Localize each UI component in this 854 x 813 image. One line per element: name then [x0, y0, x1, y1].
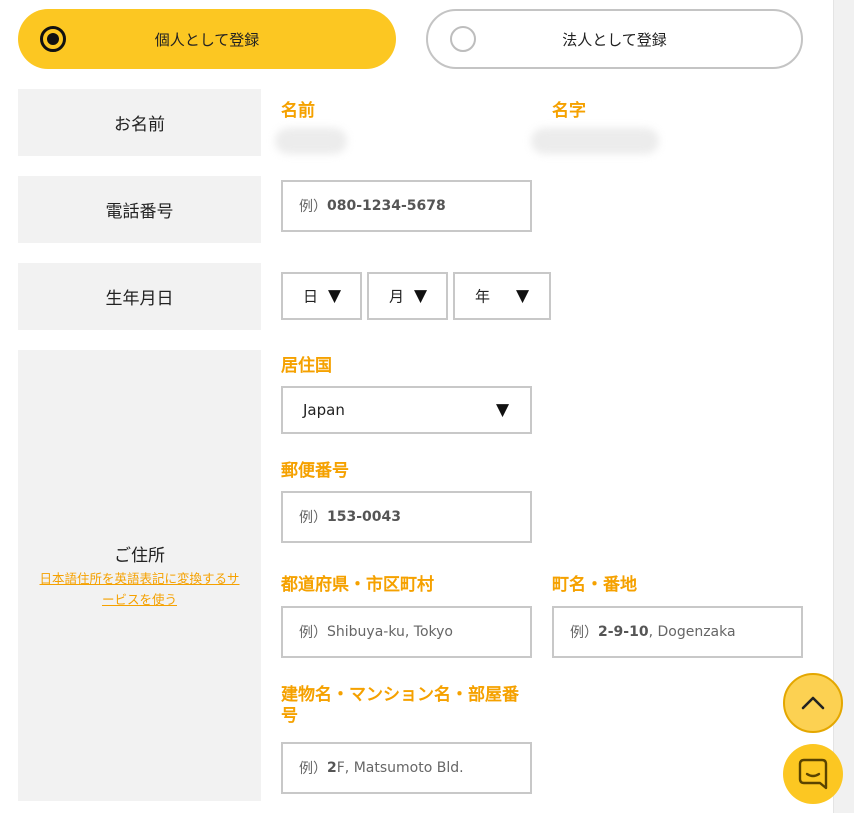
- street-placeholder-rest: , Dogenzaka: [648, 624, 736, 640]
- dropdown-arrow-icon: ▼: [496, 400, 510, 420]
- street-input[interactable]: 例） 2-9-10, Dogenzaka: [552, 606, 803, 658]
- individual-label: 個人として登録: [154, 30, 260, 49]
- building-placeholder-rest: F, Matsumoto Bld.: [336, 760, 464, 776]
- chevron-up-icon: [801, 696, 825, 710]
- month-select-value: 月: [389, 287, 405, 306]
- phone-input[interactable]: 例） 080-1234-5678: [281, 180, 532, 232]
- corporate-radio-button[interactable]: 法人として登録: [426, 9, 803, 69]
- building-input[interactable]: 例） 2 F, Matsumoto Bld.: [281, 742, 532, 794]
- radio-selected-icon: [40, 26, 66, 52]
- day-select-value: 日: [303, 287, 319, 306]
- address-section-label: ご住所 日本語住所を英語表記に変換するサービスを使う: [18, 350, 261, 801]
- city-placeholder-value: Shibuya-ku, Tokyo: [327, 624, 453, 640]
- first-name-label: 名前: [281, 101, 315, 121]
- street-placeholder-prefix: 例）: [570, 625, 598, 641]
- scroll-to-top-button[interactable]: [783, 673, 843, 733]
- building-placeholder-prefix: 例）: [299, 761, 327, 777]
- address-convert-link[interactable]: 日本語住所を英語表記に変換するサービスを使う: [40, 568, 240, 610]
- birthday-section-label: 生年月日: [18, 263, 261, 330]
- day-select[interactable]: 日 ▼: [281, 272, 362, 320]
- postal-code-input[interactable]: 例） 153-0043: [281, 491, 532, 543]
- dropdown-arrow-icon: ▼: [328, 286, 342, 306]
- country-label: 居住国: [281, 356, 332, 376]
- city-input[interactable]: 例） Shibuya-ku, Tokyo: [281, 606, 532, 658]
- postal-placeholder-prefix: 例）: [299, 510, 327, 526]
- last-name-label: 名字: [552, 101, 586, 121]
- city-placeholder-prefix: 例）: [299, 625, 327, 641]
- postal-placeholder-value: 153-0043: [327, 509, 401, 525]
- dropdown-arrow-icon: ▼: [414, 286, 428, 306]
- individual-radio-button[interactable]: 個人として登録: [18, 9, 396, 69]
- year-select[interactable]: 年 ▼: [453, 272, 551, 320]
- month-select[interactable]: 月 ▼: [367, 272, 448, 320]
- chat-icon: [798, 758, 828, 790]
- address-label-text: ご住所: [114, 546, 165, 566]
- country-select[interactable]: Japan ▼: [281, 386, 532, 434]
- last-name-value-blurred[interactable]: [531, 128, 659, 154]
- street-label: 町名・番地: [552, 575, 637, 595]
- corporate-label: 法人として登録: [562, 30, 667, 49]
- year-select-value: 年: [475, 287, 491, 306]
- building-label: 建物名・マンション名・部屋番号: [281, 685, 519, 726]
- radio-unselected-icon: [450, 26, 476, 52]
- phone-label-text: 電話番号: [105, 202, 174, 222]
- first-name-value-blurred[interactable]: [275, 128, 347, 154]
- birthday-label-text: 生年月日: [105, 289, 174, 309]
- postal-code-label: 郵便番号: [281, 461, 349, 481]
- phone-placeholder-prefix: 例）: [299, 199, 327, 215]
- name-section-label: お名前: [18, 89, 261, 156]
- phone-section-label: 電話番号: [18, 176, 261, 243]
- dropdown-arrow-icon: ▼: [516, 286, 530, 306]
- country-select-value: Japan: [303, 401, 345, 419]
- phone-placeholder-value: 080-1234-5678: [327, 198, 446, 214]
- street-placeholder-bold: 2-9-10: [598, 624, 649, 640]
- city-label: 都道府県・市区町村: [281, 575, 434, 595]
- name-label-text: お名前: [114, 115, 165, 135]
- chat-button[interactable]: [783, 744, 843, 804]
- building-placeholder-bold: 2: [327, 760, 337, 776]
